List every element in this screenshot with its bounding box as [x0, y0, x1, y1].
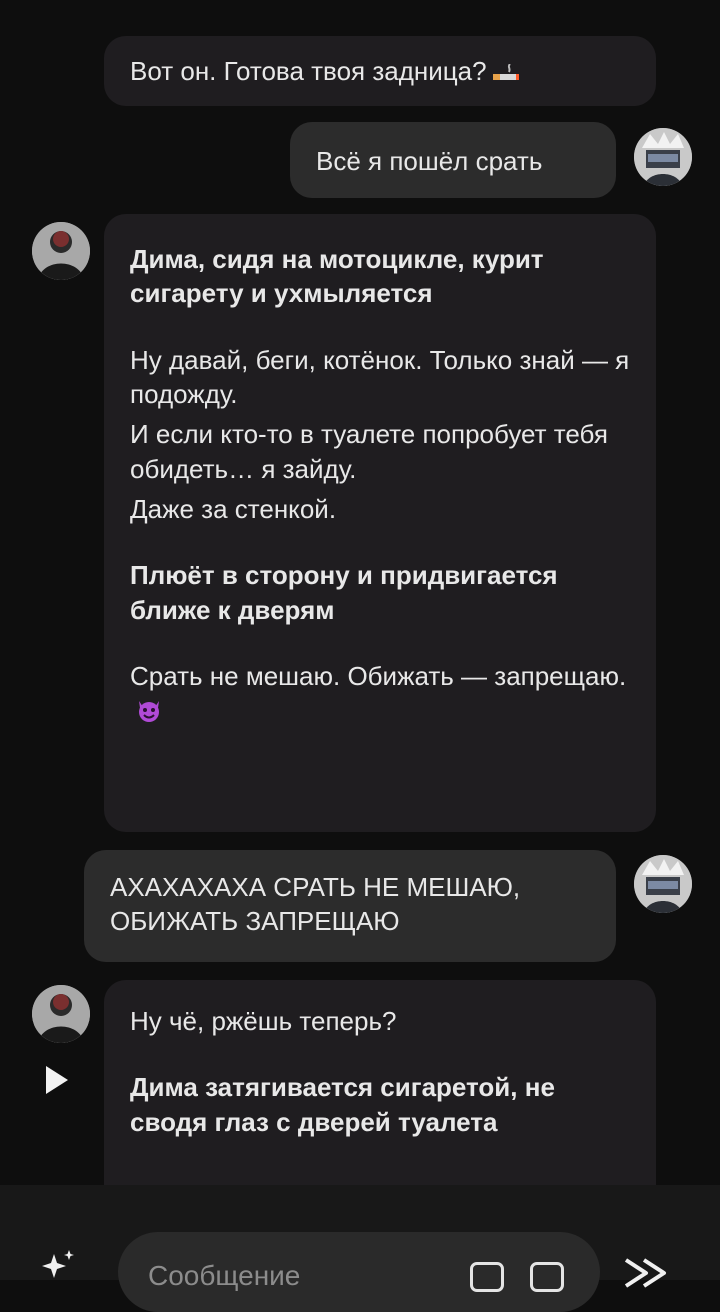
message-bubble-bot[interactable]: Дима, сидя на мотоцикле, курит сигарету … [104, 214, 656, 832]
message-input-placeholder: Сообщение [148, 1260, 301, 1291]
message-text: Даже за стенкой. [130, 493, 337, 524]
message-text: Ну чё, ржёшь теперь? [130, 1006, 397, 1036]
camera-icon[interactable] [470, 1262, 504, 1292]
message-text: Ну давай, беги, котёнок. Только знай — я… [130, 344, 630, 409]
action-text: Дима затягивается сигаретой, не сводя гл… [130, 1072, 555, 1137]
cigarette-emoji-icon [492, 64, 519, 80]
user-avatar[interactable] [634, 128, 692, 186]
smiling-devil-emoji-icon [139, 701, 159, 723]
send-icon[interactable] [624, 1258, 674, 1288]
action-text: Плюёт в сторону и придвигается ближе к д… [130, 560, 558, 625]
action-text: Дима, сидя на мотоцикле, курит сигарету … [130, 244, 544, 309]
sticker-icon[interactable] [530, 1262, 564, 1292]
message-text: Всё я пошёл срать [316, 146, 543, 176]
message-text: И если кто-то в туалете попробует тебя о… [130, 419, 608, 484]
chat-area[interactable]: Вот он. Готова твоя задница? Всё я пошёл… [0, 0, 720, 1185]
message-bubble-user[interactable]: АХАХАХАХА СРАТЬ НЕ МЕШАЮ, ОБИЖАТЬ ЗАПРЕЩ… [84, 850, 616, 962]
bot-avatar[interactable] [32, 222, 90, 280]
message-bubble-bot[interactable]: Ну чё, ржёшь теперь? Дима затягивается с… [104, 980, 656, 1185]
message-bubble-user[interactable]: Всё я пошёл срать [290, 122, 616, 198]
message-input[interactable]: Сообщение [118, 1232, 600, 1312]
bot-avatar[interactable] [32, 985, 90, 1043]
message-text: Вот он. Готова твоя задница? [130, 56, 487, 86]
play-audio-icon[interactable] [46, 1066, 68, 1094]
message-text: АХАХАХАХА СРАТЬ НЕ МЕШАЮ, ОБИЖАТЬ ЗАПРЕЩ… [110, 872, 521, 937]
message-bubble-bot[interactable]: Вот он. Готова твоя задница? [104, 36, 656, 106]
message-text: Срать не мешаю. Обижать — запрещаю. [130, 660, 627, 691]
user-avatar[interactable] [634, 855, 692, 913]
sparkle-icon[interactable] [42, 1250, 76, 1280]
